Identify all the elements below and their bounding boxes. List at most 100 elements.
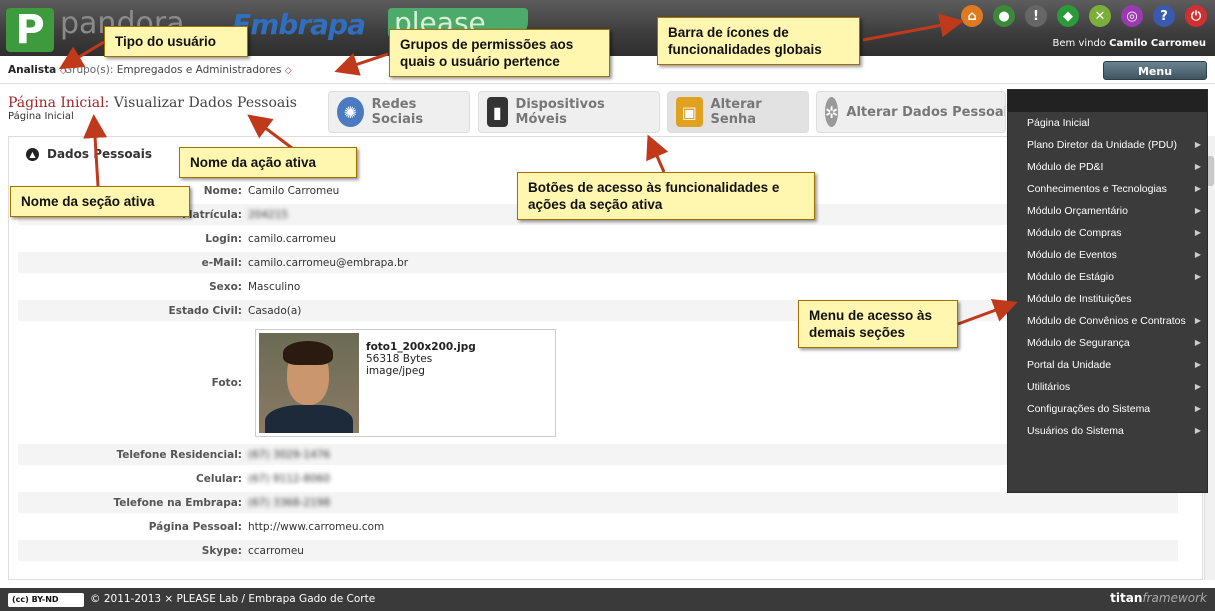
photo-shirt bbox=[265, 405, 353, 433]
license-badge[interactable]: (cc) BY-ND bbox=[8, 593, 84, 607]
social-network-icon: ✺ bbox=[337, 97, 364, 127]
menu-item[interactable]: Plano Diretor da Unidade (PDU) ▶ bbox=[1008, 134, 1207, 156]
framework-name-b: framework bbox=[1142, 591, 1207, 605]
submenu-arrow-icon: ▶ bbox=[1194, 360, 1201, 369]
photo-filename: foto1_200x200.jpg bbox=[366, 341, 476, 353]
edit-personal-data-button[interactable]: ✲ Alterar Dados Pessoais bbox=[816, 91, 1006, 133]
personal-page-link[interactable]: http://www.carromeu.com bbox=[248, 521, 384, 533]
social-networks-button[interactable]: ✺ Redes Sociais bbox=[328, 91, 470, 133]
field-label: Celular: bbox=[196, 472, 242, 485]
submenu-arrow-icon: ▶ bbox=[1194, 184, 1201, 193]
social-networks-label: Redes Sociais bbox=[371, 97, 424, 127]
alert-icon[interactable]: ! bbox=[1025, 5, 1047, 27]
menu-header-strip bbox=[1008, 90, 1207, 112]
mobile-devices-button[interactable]: ▮ Dispositivos Móveis bbox=[478, 91, 660, 133]
menu-item-label: Usuários do Sistema bbox=[1027, 425, 1124, 437]
license-label: BY-ND bbox=[31, 595, 59, 604]
submenu-arrow-icon: ▶ bbox=[1194, 162, 1201, 171]
photo-card[interactable]: foto1_200x200.jpg 56318 Bytes image/jpeg bbox=[255, 329, 556, 437]
menu-item[interactable]: Conhecimentos e Tecnologias ▶ bbox=[1008, 178, 1207, 200]
menu-button[interactable]: Menu bbox=[1103, 61, 1207, 80]
change-password-button[interactable]: ▣ Alterar Senha bbox=[667, 91, 809, 133]
field-row-sexo: Sexo: Masculino bbox=[18, 276, 1178, 297]
embrapa-logo: Embrapa bbox=[232, 8, 366, 41]
field-value: (67) 3368-2198 bbox=[248, 496, 331, 509]
menu-item[interactable]: Portal da Unidade ▶ bbox=[1008, 354, 1207, 376]
callout-barra-icones: Barra de ícones de funcionalidades globa… bbox=[657, 17, 860, 65]
field-label: Telefone Residencial: bbox=[116, 448, 242, 461]
change-password-label: Alterar Senha bbox=[710, 97, 762, 127]
menu-item[interactable]: Módulo de Segurança ▶ bbox=[1008, 332, 1207, 354]
field-row-pagina-pessoal: Página Pessoal: http://www.carromeu.com bbox=[18, 516, 1178, 537]
photo-size: 56318 Bytes bbox=[366, 353, 433, 365]
breadcrumb[interactable]: Página Inicial bbox=[8, 111, 74, 122]
field-value: Masculino bbox=[248, 280, 301, 293]
photo-hair bbox=[283, 341, 333, 365]
user-groups: Grupo(s): Empregados e Administradores ◇ bbox=[64, 64, 292, 76]
field-value: Camilo Carromeu bbox=[248, 184, 340, 197]
menu-item[interactable]: Usuários do Sistema ▶ bbox=[1008, 420, 1207, 442]
callout-nome-secao: Nome da seção ativa bbox=[10, 186, 190, 217]
brazil-flag-icon[interactable]: ◆ bbox=[1057, 5, 1079, 27]
field-row-telefone-embrapa: Telefone na Embrapa: (67) 3368-2198 bbox=[18, 492, 1178, 513]
collapse-icon[interactable]: ▲ bbox=[26, 147, 39, 161]
submenu-arrow-icon: ▶ bbox=[1194, 250, 1201, 259]
home-icon[interactable]: ⌂ bbox=[961, 5, 983, 27]
menu-item[interactable]: Módulo de Eventos ▶ bbox=[1008, 244, 1207, 266]
field-label: e-Mail: bbox=[201, 256, 242, 269]
menu-item-label: Portal da Unidade bbox=[1027, 359, 1112, 371]
page-title: Página Inicial: Visualizar Dados Pessoai… bbox=[8, 95, 297, 111]
mobile-device-icon: ▮ bbox=[487, 97, 508, 127]
field-row-login: Login: camilo.carromeu bbox=[18, 228, 1178, 249]
groups-value: Empregados e Administradores bbox=[116, 64, 282, 76]
welcome-user: Camilo Carromeu bbox=[1109, 38, 1206, 49]
field-label: Login: bbox=[205, 232, 242, 245]
field-row-email: e-Mail: camilo.carromeu@embrapa.br bbox=[18, 252, 1178, 273]
groups-label: Grupo(s): bbox=[64, 64, 114, 76]
menu-item[interactable]: Módulo de PD&I ▶ bbox=[1008, 156, 1207, 178]
mobile-devices-label: Dispositivos Móveis bbox=[515, 97, 605, 127]
field-value: ccarromeu bbox=[248, 544, 304, 557]
menu-item[interactable]: Módulo de Compras ▶ bbox=[1008, 222, 1207, 244]
power-icon[interactable]: ⏻ bbox=[1185, 5, 1207, 27]
menu-item[interactable]: Módulo de Estágio ▶ bbox=[1008, 266, 1207, 288]
panel-title: Dados Pessoais bbox=[47, 147, 153, 161]
menu-item-label: Módulo de Compras bbox=[1027, 227, 1122, 239]
menu-item-label: Módulo Orçamentário bbox=[1027, 205, 1128, 217]
user-photo[interactable] bbox=[259, 333, 359, 433]
pandora-logo-mark: P bbox=[6, 8, 54, 52]
help-icon[interactable]: ? bbox=[1153, 5, 1175, 27]
user-type-label: Analista bbox=[8, 64, 57, 76]
menu-item-label: Módulo de Convênios e Contratos bbox=[1027, 315, 1186, 327]
titan-framework-logo[interactable]: titanframework bbox=[1110, 591, 1207, 605]
field-row-celular: Celular: (67) 9112-8060 bbox=[18, 468, 1178, 489]
user-icon[interactable]: ● bbox=[993, 5, 1015, 27]
menu-item[interactable]: Módulo de Convênios e Contratos ▶ bbox=[1008, 310, 1207, 332]
photo-mime: image/jpeg bbox=[366, 365, 425, 377]
panel-header[interactable]: ▲ Dados Pessoais bbox=[26, 147, 152, 161]
menu-item-label: Página Inicial bbox=[1027, 117, 1090, 129]
photo-info: foto1_200x200.jpg 56318 Bytes image/jpeg bbox=[366, 341, 476, 377]
menu-item-label: Módulo de Segurança bbox=[1027, 337, 1130, 349]
menu-item[interactable]: Página Inicial bbox=[1008, 112, 1207, 134]
menu-item[interactable]: Módulo de Instituições bbox=[1008, 288, 1207, 310]
tools-icon[interactable]: ✕ bbox=[1089, 5, 1111, 27]
menu-item[interactable]: Configurações do Sistema ▶ bbox=[1008, 398, 1207, 420]
field-value: (67) 9112-8060 bbox=[248, 472, 331, 485]
field-value: camilo.carromeu@embrapa.br bbox=[248, 256, 409, 269]
plugin-icon[interactable]: ◎ bbox=[1121, 5, 1143, 27]
footer: (cc) BY-ND © 2011-2013 × PLEASE Lab / Em… bbox=[0, 588, 1215, 611]
submenu-arrow-icon: ▶ bbox=[1194, 272, 1201, 281]
padlock-icon: ▣ bbox=[676, 97, 703, 127]
menu-item[interactable]: Módulo Orçamentário ▶ bbox=[1008, 200, 1207, 222]
field-value: Casado(a) bbox=[248, 304, 302, 317]
welcome-message: Bem vindo Camilo Carromeu bbox=[1053, 38, 1206, 49]
gear-icon: ✲ bbox=[825, 97, 839, 127]
copyright-text: © 2011-2013 × PLEASE Lab / Embrapa Gado … bbox=[90, 593, 376, 605]
menu-item[interactable]: Utilitários ▶ bbox=[1008, 376, 1207, 398]
menu-item-label: Utilitários bbox=[1027, 381, 1071, 393]
field-label: Estado Civil: bbox=[168, 304, 242, 317]
field-label: Foto: bbox=[211, 376, 242, 389]
field-label: Skype: bbox=[201, 544, 242, 557]
diamond-icon: ◇ bbox=[284, 66, 292, 76]
